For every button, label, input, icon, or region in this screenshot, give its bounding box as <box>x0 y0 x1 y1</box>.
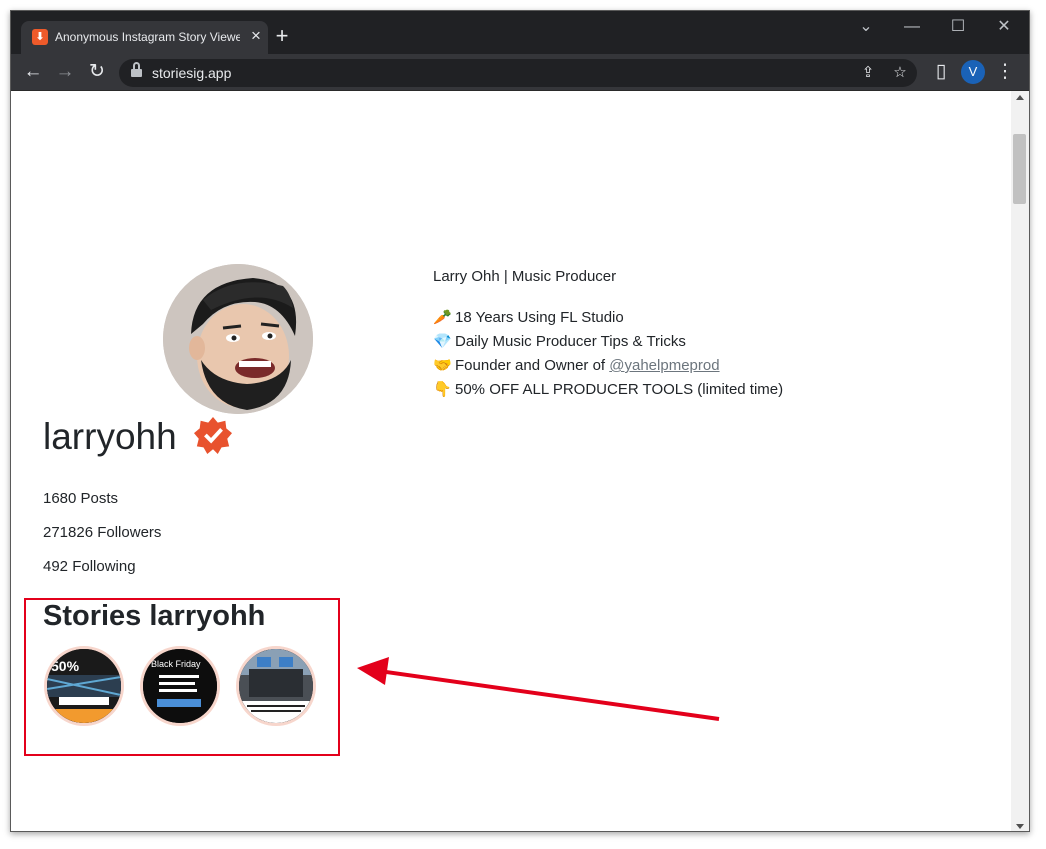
story-image <box>239 649 313 723</box>
browser-menu-icon[interactable]: ⋮ <box>993 60 1017 84</box>
page-viewport: larryohh 1680 Posts 271826 Followers 492… <box>11 91 1011 831</box>
gem-icon: 💎 <box>433 333 452 350</box>
title-bar: ⬇ Anonymous Instagram Story Viewer × + ⌄… <box>11 11 1029 54</box>
scroll-up-arrow-icon[interactable] <box>1016 95 1024 100</box>
side-panel-icon[interactable]: ▯ <box>929 60 953 84</box>
followers-count: 271826 Followers <box>43 524 162 541</box>
tab-search-chevron-icon[interactable]: ⌄ <box>851 15 881 39</box>
tab-close-icon[interactable]: × <box>247 27 265 45</box>
vertical-scrollbar[interactable] <box>1011 91 1029 831</box>
story-image: Black Friday <box>143 649 217 723</box>
maximize-button[interactable]: ☐ <box>943 15 973 39</box>
new-tab-button[interactable]: + <box>271 25 293 47</box>
browser-window: ⬇ Anonymous Instagram Story Viewer × + ⌄… <box>10 10 1030 832</box>
profile-username: larryohh <box>43 416 177 457</box>
following-count: 492 Following <box>43 558 136 575</box>
url-text[interactable]: storiesig.app <box>152 65 231 81</box>
pointing-down-icon: 👇 <box>433 381 452 398</box>
bio-text: 50% OFF ALL PRODUCER TOOLS (limited time… <box>455 381 784 398</box>
story-thumbnail[interactable]: Black Friday <box>140 646 220 726</box>
bio-line: 🥕 18 Years Using FL Studio <box>433 308 624 326</box>
bio-text: Founder and Owner of <box>455 357 610 374</box>
stories-heading: Stories larryohh <box>43 600 266 632</box>
bio-line: 💎 Daily Music Producer Tips & Tricks <box>433 332 686 350</box>
bio-line: 🤝 Founder and Owner of @yahelpmeprod <box>433 356 720 374</box>
profile-picture <box>163 264 313 414</box>
bio-text: Daily Music Producer Tips & Tricks <box>455 333 686 350</box>
profile-avatar[interactable]: V <box>961 60 985 84</box>
bio-text: 18 Years Using FL Studio <box>455 309 624 326</box>
tab-title: Anonymous Instagram Story Viewer <box>55 30 240 44</box>
address-bar[interactable]: storiesig.app ⇪ ☆ <box>119 59 917 87</box>
share-icon[interactable]: ⇪ <box>857 62 879 84</box>
handshake-icon: 🤝 <box>433 357 452 374</box>
back-button[interactable]: ← <box>21 60 45 84</box>
minimize-button[interactable]: — <box>897 15 927 39</box>
verified-badge-icon <box>194 416 232 454</box>
scroll-down-arrow-icon[interactable] <box>1016 824 1024 829</box>
bio-line: 👇 50% OFF ALL PRODUCER TOOLS (limited tim… <box>433 380 783 398</box>
bookmark-star-icon[interactable]: ☆ <box>889 62 911 84</box>
mention-link[interactable]: @yahelpmeprod <box>609 357 719 374</box>
scroll-thumb[interactable] <box>1013 134 1026 204</box>
bio-display-name: Larry Ohh | Music Producer <box>433 268 617 285</box>
story-caption: Black Friday <box>151 659 201 669</box>
carrot-icon: 🥕 <box>433 309 452 326</box>
forward-button[interactable]: → <box>53 60 77 84</box>
story-caption: 50% <box>51 658 80 674</box>
story-image: 50% <box>47 649 121 723</box>
posts-count: 1680 Posts <box>43 490 119 507</box>
browser-tab[interactable]: ⬇ Anonymous Instagram Story Viewer × <box>21 21 268 54</box>
download-favicon-icon: ⬇ <box>32 29 48 45</box>
lock-icon[interactable] <box>131 62 142 77</box>
close-window-button[interactable]: ✕ <box>989 15 1019 39</box>
story-thumbnail[interactable] <box>236 646 316 726</box>
browser-toolbar: ← → ↻ storiesig.app ⇪ ☆ ▯ V ⋮ <box>11 54 1029 91</box>
reload-button[interactable]: ↻ <box>85 60 109 84</box>
cartoon-avatar-image <box>163 264 313 414</box>
story-thumbnail[interactable]: 50% <box>44 646 124 726</box>
